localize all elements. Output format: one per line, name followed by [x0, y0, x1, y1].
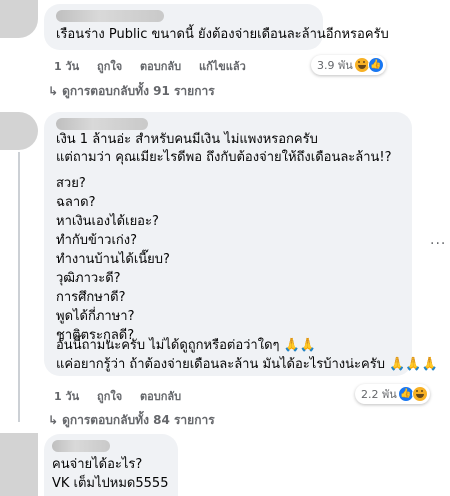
- comment-actions: 1 วัน ถูกใจ ตอบกลับ: [54, 387, 181, 405]
- comment-text-line: อันนี้ถามนะครับ ไม่ได้ดูถูกหรือต่อว่าใดๆ…: [56, 338, 317, 353]
- reaction-count: 2.2 พัน: [361, 388, 397, 401]
- comment-time[interactable]: 1 วัน: [54, 390, 79, 403]
- reaction-summary[interactable]: 2.2 พัน 👍: [355, 384, 430, 404]
- reaction-summary[interactable]: 3.9 พัน 👍: [311, 55, 386, 75]
- reply-arrow-icon: ↳: [48, 84, 59, 98]
- commenter-name-redacted[interactable]: [56, 10, 164, 22]
- comment-text-line: VK เต็มไปหมด5555: [52, 476, 169, 491]
- reaction-count: 3.9 พัน: [317, 59, 353, 72]
- comment-bubble: เรือนร่าง Public ขนาดนี้ ยังต้องจ่ายเดือ…: [44, 4, 389, 50]
- thread-line: [18, 152, 20, 422]
- commenter-name-redacted[interactable]: [56, 118, 148, 130]
- reply-button[interactable]: ตอบกลับ: [140, 390, 181, 403]
- comment-text-line: แค่อยากรู้ว่า ถ้าต้องจ่ายเดือนละล้าน มัน…: [56, 357, 438, 372]
- comment-text-line: ทำกับข้าวเก่ง?: [56, 233, 138, 248]
- reply-arrow-icon: ↳: [48, 413, 59, 427]
- comment-text-line: หาเงินเองได้เยอะ?: [56, 214, 159, 229]
- commenter-avatar[interactable]: [0, 112, 38, 150]
- comment-text-line: คนจ่ายได้อะไร?: [52, 457, 143, 472]
- comment-text-line: ฉลาด?: [56, 195, 96, 210]
- like-reaction-icon: 👍: [367, 57, 384, 73]
- comment-bubble: เงิน 1 ล้านอ่ะ สำหรับคนมีเงิน ไม่แพงหรอก…: [44, 112, 438, 376]
- view-replies-link[interactable]: ↳ ดูการตอบกลับทั้ง 91 รายการ: [48, 82, 215, 101]
- comment-time[interactable]: 1 วัน: [54, 60, 79, 73]
- comment-bubble: คนจ่ายได้อะไร? VK เต็มไปหมด5555: [44, 434, 178, 496]
- commenter-name-redacted[interactable]: [52, 440, 110, 452]
- comment-text-line: สวย?: [56, 176, 86, 191]
- comment-text-line: วุฒิภาวะดี?: [56, 271, 121, 286]
- like-button[interactable]: ถูกใจ: [97, 60, 122, 73]
- comment-text-line: เงิน 1 ล้านอ่ะ สำหรับคนมีเงิน ไม่แพงหรอก…: [56, 132, 318, 147]
- commenter-avatar[interactable]: [0, 0, 38, 38]
- comment-text-line: การศึกษาดี?: [56, 290, 126, 305]
- haha-emoji-icon: [411, 386, 428, 402]
- view-replies-link[interactable]: ↳ ดูการตอบกลับทั้ง 84 รายการ: [48, 411, 215, 430]
- comment-actions: 1 วัน ถูกใจ ตอบกลับ แก้ไขแล้ว: [54, 57, 246, 75]
- like-button[interactable]: ถูกใจ: [97, 390, 122, 403]
- comment-text-line: ทำงานบ้านได้เนี๊ยบ?: [56, 252, 170, 267]
- edited-label[interactable]: แก้ไขแล้ว: [199, 60, 246, 73]
- commenter-avatar[interactable]: [0, 433, 38, 496]
- comment-text: เรือนร่าง Public ขนาดนี้ ยังต้องจ่ายเดือ…: [56, 27, 389, 42]
- reply-button[interactable]: ตอบกลับ: [140, 60, 181, 73]
- comment-text-line: พูดได้กี่ภาษา?: [56, 309, 135, 324]
- more-options-icon[interactable]: ···: [430, 236, 446, 252]
- comment-text-line: แต่ถามว่า คุณเมียะไรดีพอ ถึงกับต้องจ่ายใ…: [56, 150, 392, 165]
